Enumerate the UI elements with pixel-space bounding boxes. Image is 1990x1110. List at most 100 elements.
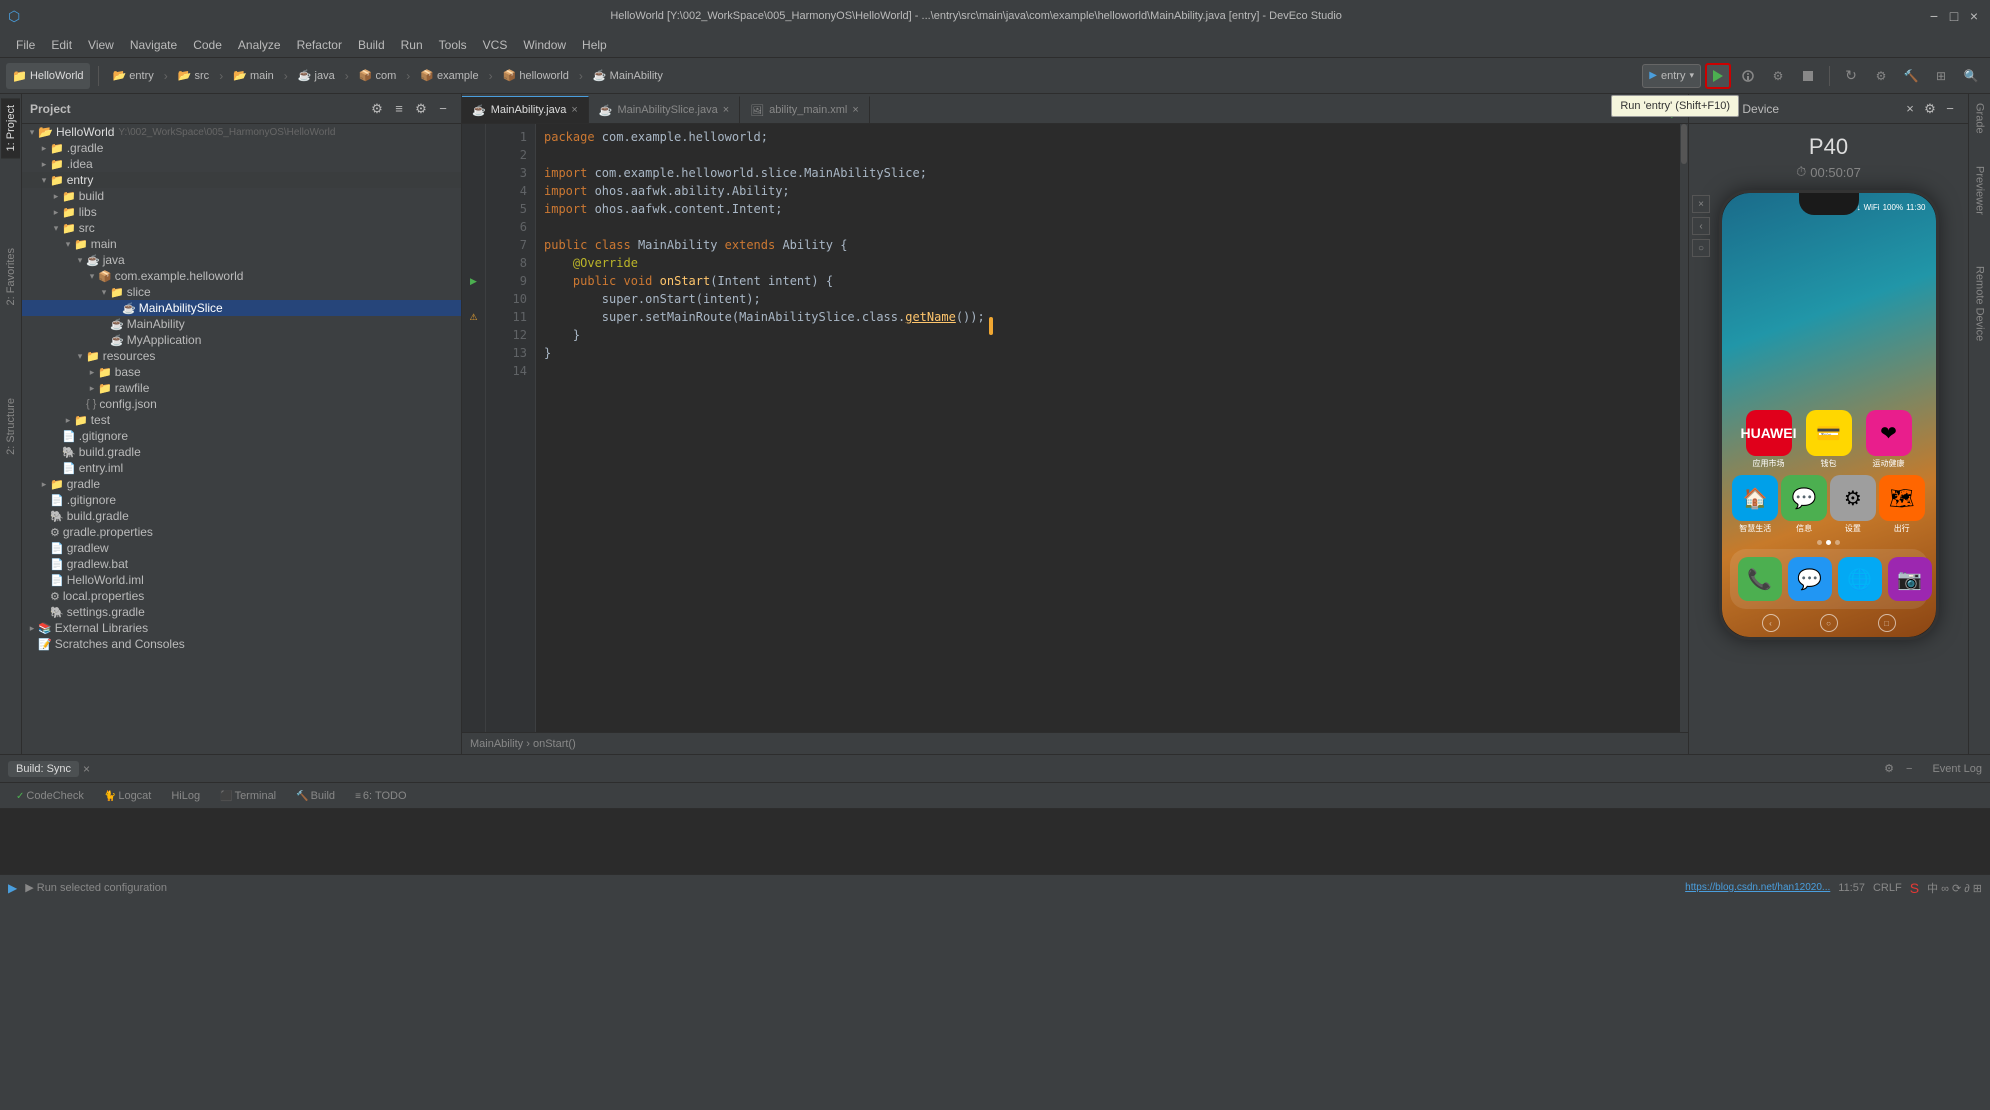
menu-run[interactable]: Run <box>393 36 431 54</box>
maximize-button[interactable]: □ <box>1946 8 1962 24</box>
search-everywhere-button[interactable]: 🔍 <box>1958 63 1984 89</box>
tree-item-entryiml[interactable]: 📄 entry.iml <box>22 460 461 476</box>
tool-tab-build[interactable]: 🔨Build <box>288 788 343 804</box>
tab-mainabilityslice[interactable]: ☕ MainAbilitySlice.java × <box>589 96 740 123</box>
settings-button[interactable]: ⚙ <box>1868 63 1894 89</box>
tree-item-root[interactable]: ▾ 📂 HelloWorld Y:\002_WorkSpace\005_Harm… <box>22 124 461 140</box>
tab-mainability[interactable]: ☕ MainAbility.java × <box>462 96 589 123</box>
menu-vcs[interactable]: VCS <box>475 36 516 54</box>
tree-item-main[interactable]: ▾ 📁 main <box>22 236 461 252</box>
editor-scroll-indicator[interactable] <box>1680 124 1688 732</box>
tree-item-package[interactable]: ▾ 📦 com.example.helloworld <box>22 268 461 284</box>
editor-code-content[interactable]: package com.example.helloworld; import c… <box>536 124 1680 732</box>
sidebar-tab-structure[interactable]: 2: Structure <box>2 392 20 461</box>
menu-build[interactable]: Build <box>350 36 393 54</box>
bottom-tab-close-build[interactable]: × <box>83 762 90 776</box>
app-travel[interactable]: 🗺 <box>1879 475 1925 521</box>
menu-edit[interactable]: Edit <box>43 36 80 54</box>
menu-help[interactable]: Help <box>574 36 615 54</box>
coverage-button[interactable]: ⚙ <box>1765 63 1791 89</box>
tab-close-mainability[interactable]: × <box>571 105 577 116</box>
project-settings-btn[interactable]: ⚙ <box>367 99 387 119</box>
status-encoding[interactable]: CRLF <box>1873 882 1902 894</box>
minimize-button[interactable]: − <box>1926 8 1942 24</box>
tree-item-mainabilityslice[interactable]: ☕ MainAbilitySlice <box>22 300 461 316</box>
breadcrumb-helloworld[interactable]: 📦 helloworld <box>497 63 575 89</box>
breadcrumb-java[interactable]: ☕ java <box>292 63 341 89</box>
dock-messages[interactable]: 💬 <box>1788 557 1832 601</box>
bottom-tab-event-log[interactable]: Event Log <box>1932 763 1982 775</box>
project-minimize-btn[interactable]: − <box>433 99 453 119</box>
breadcrumb-src[interactable]: 📂 src <box>172 63 215 89</box>
tree-item-base[interactable]: ▸ 📁 base <box>22 364 461 380</box>
layout-button[interactable]: ⊞ <box>1928 63 1954 89</box>
tab-close-mainabilityslice[interactable]: × <box>723 105 729 116</box>
dock-browser[interactable]: 🌐 <box>1838 557 1882 601</box>
tree-item-mainability[interactable]: ☕ MainAbility <box>22 316 461 332</box>
build-manager-button[interactable]: 🔨 <box>1898 63 1924 89</box>
dock-phone[interactable]: 📞 <box>1738 557 1782 601</box>
sidebar-tab-favorites[interactable]: 2: Favorites <box>2 242 20 311</box>
bottom-tab-build-sync[interactable]: Build: Sync <box>8 761 79 777</box>
breadcrumb-entry[interactable]: 📂 entry <box>107 63 160 89</box>
app-health[interactable]: ❤ <box>1866 410 1912 456</box>
breadcrumb-mainability[interactable]: ☕ MainAbility <box>587 63 669 89</box>
tree-item-libs[interactable]: ▸ 📁 libs <box>22 204 461 220</box>
code-editor[interactable]: ▶ ⚠ 12345 678910 11121314 package com.ex… <box>462 124 1688 732</box>
app-smarthome[interactable]: 🏠 <box>1732 475 1778 521</box>
bottom-settings-btn[interactable]: ⚙ <box>1884 762 1894 775</box>
tree-item-buildgradle-root[interactable]: 🐘 build.gradle <box>22 508 461 524</box>
tree-item-buildgradle-entry[interactable]: 🐘 build.gradle <box>22 444 461 460</box>
remote-back-btn[interactable]: ‹ <box>1692 217 1710 235</box>
status-url[interactable]: https://blog.csdn.net/han12020... <box>1685 882 1830 893</box>
remote-minimize-btn[interactable]: − <box>1940 99 1960 119</box>
run-button[interactable]: Run 'entry' (Shift+F10) <box>1705 63 1731 89</box>
tree-item-localprops[interactable]: ⚙ local.properties <box>22 588 461 604</box>
tool-tab-terminal[interactable]: ⬛Terminal <box>212 788 284 804</box>
app-messages[interactable]: 💬 <box>1781 475 1827 521</box>
breadcrumb-example[interactable]: 📦 example <box>414 63 484 89</box>
app-wallet[interactable]: 💳 <box>1806 410 1852 456</box>
sync-button[interactable]: ↻ <box>1838 63 1864 89</box>
project-collapse-btn[interactable]: ≡ <box>389 99 409 119</box>
remote-close-btn[interactable]: × <box>1900 99 1920 119</box>
tool-tab-logcat[interactable]: 🐈Logcat <box>96 788 159 804</box>
tree-item-rawfile[interactable]: ▸ 📁 rawfile <box>22 380 461 396</box>
stop-button[interactable] <box>1795 63 1821 89</box>
tree-item-config-json[interactable]: { } config.json <box>22 396 461 412</box>
tab-remote-device[interactable]: Remote Device <box>1971 261 1989 346</box>
app-huawei-store[interactable]: HUAWEI <box>1746 410 1792 456</box>
tab-previewer[interactable]: Previewer <box>1971 161 1989 220</box>
menu-analyze[interactable]: Analyze <box>230 36 289 54</box>
tree-item-helloworldiml[interactable]: 📄 HelloWorld.iml <box>22 572 461 588</box>
run-config-selector[interactable]: ▶ entry ▾ <box>1642 64 1701 88</box>
tree-item-java[interactable]: ▾ ☕ java <box>22 252 461 268</box>
tree-item-idea[interactable]: ▸ 📁 .idea <box>22 156 461 172</box>
remote-close-device-btn[interactable]: × <box>1692 195 1710 213</box>
tree-item-gradle-hidden[interactable]: ▸ 📁 .gradle <box>22 140 461 156</box>
debug-button[interactable] <box>1735 63 1761 89</box>
nav-home[interactable]: ○ <box>1820 614 1838 632</box>
tool-tab-codecheck[interactable]: ✓CodeCheck <box>8 788 92 804</box>
breadcrumb-com[interactable]: 📦 com <box>353 63 403 89</box>
dock-camera[interactable]: 📷 <box>1888 557 1932 601</box>
menu-tools[interactable]: Tools <box>431 36 475 54</box>
tree-item-gradle-root[interactable]: ▸ 📁 gradle <box>22 476 461 492</box>
tree-item-myapplication[interactable]: ☕ MyApplication <box>22 332 461 348</box>
tab-grade[interactable]: Grade <box>1971 98 1989 139</box>
tree-item-gradlewbat[interactable]: 📄 gradlew.bat <box>22 556 461 572</box>
project-gear-btn[interactable]: ⚙ <box>411 99 431 119</box>
tree-item-gradleprops[interactable]: ⚙ gradle.properties <box>22 524 461 540</box>
tree-item-src[interactable]: ▾ 📁 src <box>22 220 461 236</box>
menu-code[interactable]: Code <box>185 36 230 54</box>
menu-refactor[interactable]: Refactor <box>289 36 350 54</box>
tree-item-settingsgradle[interactable]: 🐘 settings.gradle <box>22 604 461 620</box>
tool-tab-todo[interactable]: ≡6: TODO <box>347 788 414 804</box>
project-selector[interactable]: 📁 HelloWorld <box>6 63 90 89</box>
tree-item-gitignore-entry[interactable]: 📄 .gitignore <box>22 428 461 444</box>
tree-item-external-libs[interactable]: ▸ 📚 External Libraries <box>22 620 461 636</box>
app-settings[interactable]: ⚙ <box>1830 475 1876 521</box>
remote-settings-btn[interactable]: ⚙ <box>1920 99 1940 119</box>
tree-item-resources[interactable]: ▾ 📁 resources <box>22 348 461 364</box>
status-lang[interactable]: S <box>1910 880 1919 896</box>
